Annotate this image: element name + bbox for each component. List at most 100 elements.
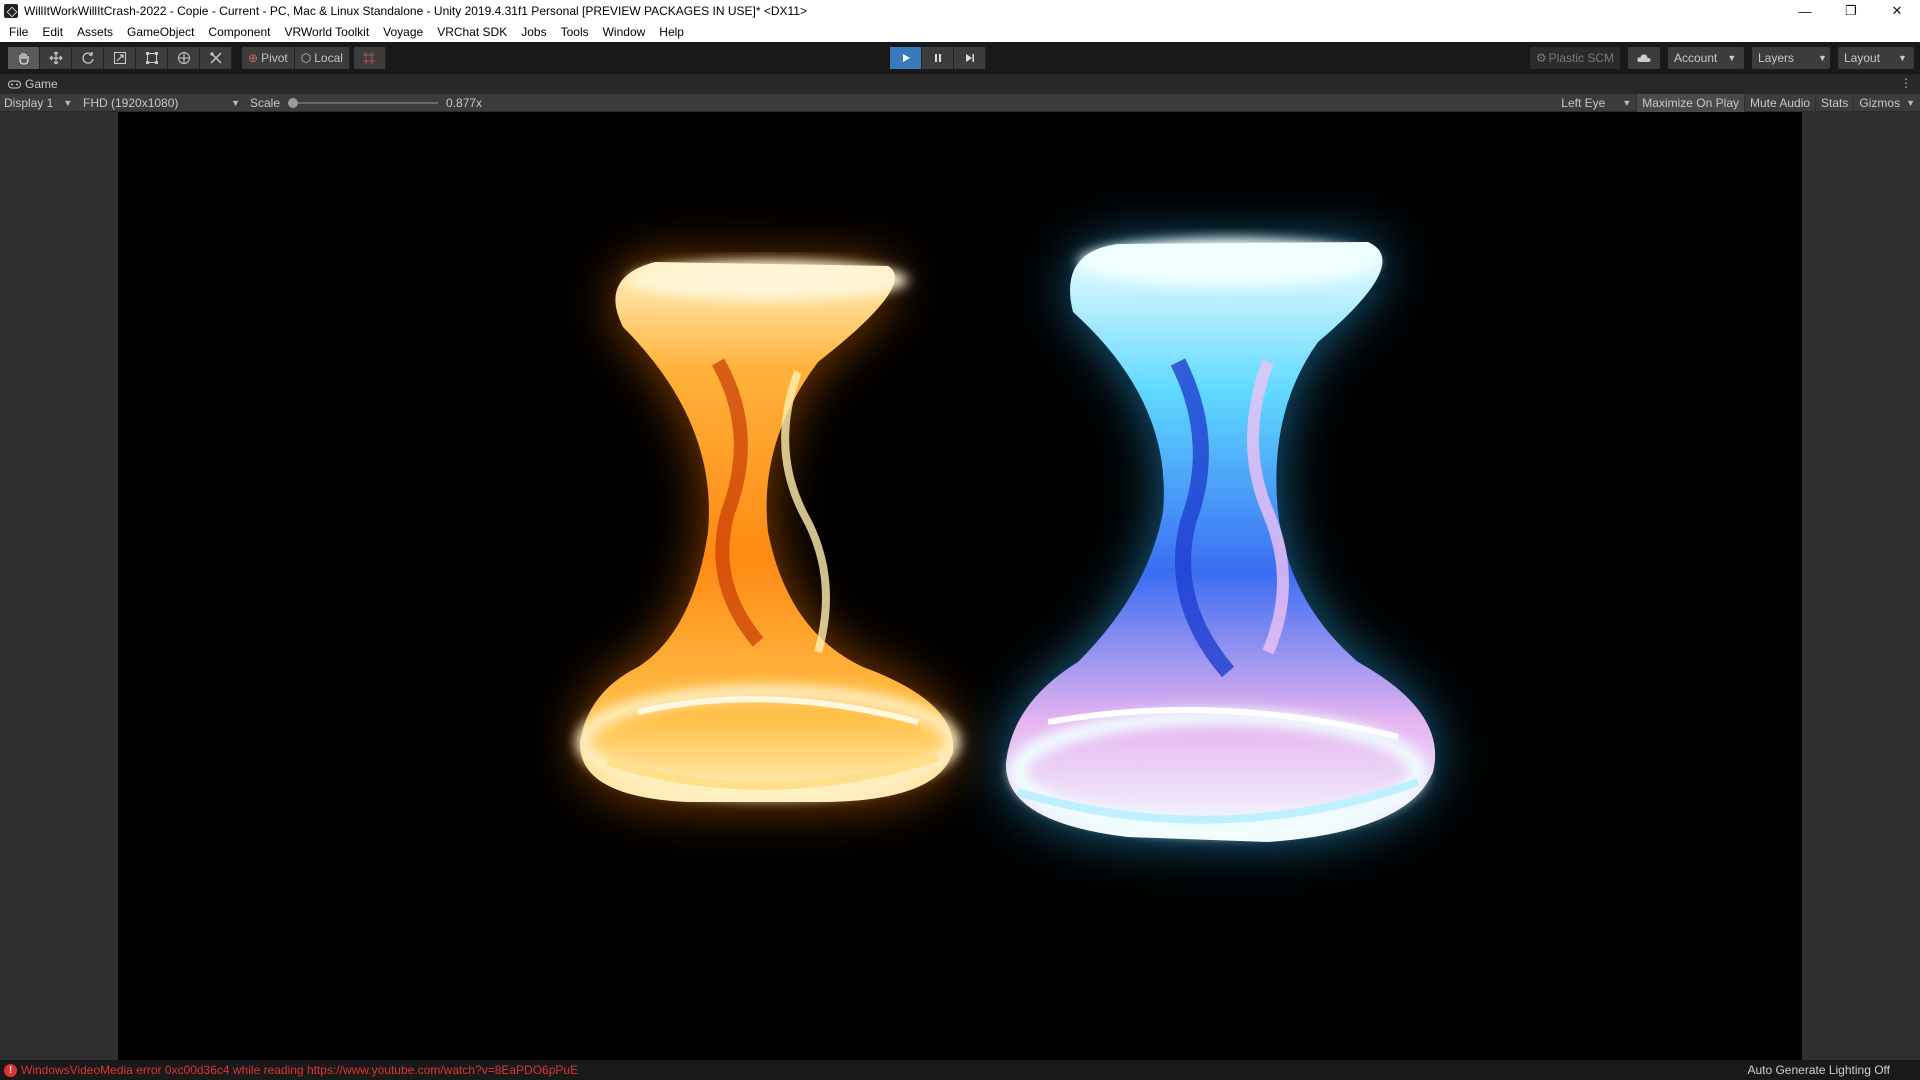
unity-logo-icon (4, 4, 18, 18)
console-error-message[interactable]: WindowsVideoMedia error 0xc00d36c4 while… (21, 1063, 578, 1077)
chevron-down-icon: ▼ (1727, 53, 1737, 63)
cloud-button[interactable] (1628, 47, 1660, 69)
main-toolbar: ⊕ Pivot ⬡ Local ⚙ Plastic SCM Account ▼ … (0, 42, 1920, 74)
layout-dropdown[interactable]: Layout ▼ (1838, 47, 1914, 69)
tab-game[interactable]: Game (0, 77, 58, 91)
menu-assets[interactable]: Assets (70, 22, 120, 42)
step-button[interactable] (954, 47, 986, 69)
title-bar: WillItWorkWillItCrash-2022 - Copie - Cur… (0, 0, 1920, 22)
minimize-button[interactable]: — (1782, 0, 1828, 22)
status-bar: ! WindowsVideoMedia error 0xc00d36c4 whi… (0, 1060, 1920, 1080)
account-dropdown[interactable]: Account ▼ (1668, 47, 1744, 69)
gizmos-dropdown[interactable]: Gizmos ▼ (1853, 94, 1920, 112)
chevron-down-icon: ▼ (63, 97, 73, 108)
layout-label: Layout (1844, 51, 1881, 65)
menu-file[interactable]: File (2, 22, 35, 42)
menu-help[interactable]: Help (652, 22, 691, 42)
pivot-label: Pivot (261, 51, 288, 65)
vortex-scene (576, 238, 1436, 842)
account-label: Account (1674, 51, 1718, 65)
custom-tool-button[interactable] (200, 47, 232, 69)
grid-snap-button[interactable] (353, 47, 386, 69)
chevron-down-icon: ▼ (1622, 98, 1632, 108)
maximize-on-play-toggle[interactable]: Maximize On Play (1636, 94, 1744, 112)
display-label: Display 1 (4, 95, 54, 110)
menu-edit[interactable]: Edit (35, 22, 70, 42)
game-viewport[interactable] (118, 112, 1802, 1060)
transform-icon (177, 52, 190, 64)
chevron-down-icon: ▼ (231, 97, 240, 108)
stats-toggle[interactable]: Stats (1815, 94, 1853, 112)
step-icon (965, 54, 974, 62)
cube-icon: ⬡ (300, 51, 312, 65)
game-view-toolbar: Display 1 ▼ FHD (1920x1080) ▼ Scale 0.87… (0, 94, 1920, 112)
plastic-label: Plastic SCM (1548, 51, 1614, 65)
scale-icon (113, 52, 126, 64)
ice-vortex (1005, 238, 1436, 842)
scale-slider-handle[interactable] (288, 97, 299, 108)
rotate-tool-button[interactable] (72, 47, 104, 69)
scale-label: Scale (250, 95, 281, 110)
chevron-down-icon: ▼ (1906, 98, 1915, 108)
rect-tool-button[interactable] (136, 47, 168, 69)
cloud-icon (1637, 54, 1651, 62)
pivot-icon: ⊕ (248, 51, 259, 65)
mute-audio-toggle[interactable]: Mute Audio (1744, 94, 1815, 112)
hand-icon (18, 53, 29, 65)
play-button[interactable] (890, 47, 922, 69)
pivot-toggle[interactable]: ⊕ Pivot (242, 47, 295, 69)
fire-vortex (576, 260, 960, 802)
menu-window[interactable]: Window (596, 22, 653, 42)
menu-gameobject[interactable]: GameObject (120, 22, 201, 42)
menu-component[interactable]: Component (201, 22, 277, 42)
menu-voyage[interactable]: Voyage (376, 22, 430, 42)
scale-slider[interactable] (288, 97, 439, 108)
layers-dropdown[interactable]: Layers ▼ (1752, 47, 1830, 69)
plastic-icon: ⚙ (1535, 51, 1547, 65)
chevron-down-icon: ▼ (1818, 53, 1827, 63)
plastic-scm-button[interactable]: ⚙ Plastic SCM (1529, 47, 1620, 69)
resolution-label: FHD (1920x1080) (83, 95, 179, 110)
close-button[interactable]: ✕ (1874, 0, 1920, 22)
move-tool-button[interactable] (40, 47, 72, 69)
pause-icon (934, 54, 941, 62)
handle-tools: ⊕ Pivot ⬡ Local (242, 47, 350, 69)
error-icon: ! (4, 1063, 17, 1077)
chevron-down-icon: ▼ (1898, 53, 1907, 63)
menu-tools[interactable]: Tools (554, 22, 596, 42)
layers-label: Layers (1758, 51, 1795, 65)
resolution-dropdown[interactable]: FHD (1920x1080) ▼ (80, 96, 240, 110)
window-title: WillItWorkWillItCrash-2022 - Copie - Cur… (24, 4, 807, 18)
menu-bar: File Edit Assets GameObject Component VR… (0, 22, 1920, 42)
menu-jobs[interactable]: Jobs (514, 22, 553, 42)
playback-controls (890, 47, 986, 69)
lighting-status[interactable]: Auto Generate Lighting Off (1747, 1063, 1890, 1077)
pause-button[interactable] (922, 47, 954, 69)
scale-value: 0.877x (446, 95, 483, 110)
game-view-options: Left Eye ▼ Maximize On Play Mute Audio S… (1556, 94, 1920, 112)
snap-tools (353, 47, 386, 69)
local-toggle[interactable]: ⬡ Local (294, 47, 350, 69)
window-controls: — ❐ ✕ (1782, 0, 1920, 22)
grid-snap-icon (363, 52, 376, 64)
rotate-icon (81, 52, 94, 64)
rect-icon (145, 52, 158, 64)
eye-dropdown[interactable]: Left Eye ▼ (1556, 94, 1636, 112)
eye-label: Left Eye (1561, 96, 1606, 110)
move-icon (49, 51, 62, 65)
transform-tool-button[interactable] (168, 47, 200, 69)
gizmos-label: Gizmos (1859, 96, 1901, 110)
local-label: Local (314, 51, 343, 65)
menu-vrworld-toolkit[interactable]: VRWorld Toolkit (277, 22, 376, 42)
kebab-menu-icon[interactable]: ⋮ (1900, 76, 1912, 90)
game-tab-bar: Game ⋮ (0, 74, 1920, 94)
scale-control: Scale 0.877x (240, 96, 482, 110)
restore-button[interactable]: ❐ (1828, 0, 1874, 22)
hand-tool-button[interactable] (8, 47, 40, 69)
play-icon (902, 54, 910, 62)
menu-vrchat-sdk[interactable]: VRChat SDK (430, 22, 514, 42)
transform-tools (8, 47, 232, 69)
scale-tool-button[interactable] (104, 47, 136, 69)
display-dropdown[interactable]: Display 1 ▼ (0, 96, 80, 110)
right-toolbar: ⚙ Plastic SCM Account ▼ Layers ▼ Layout … (1529, 47, 1914, 69)
